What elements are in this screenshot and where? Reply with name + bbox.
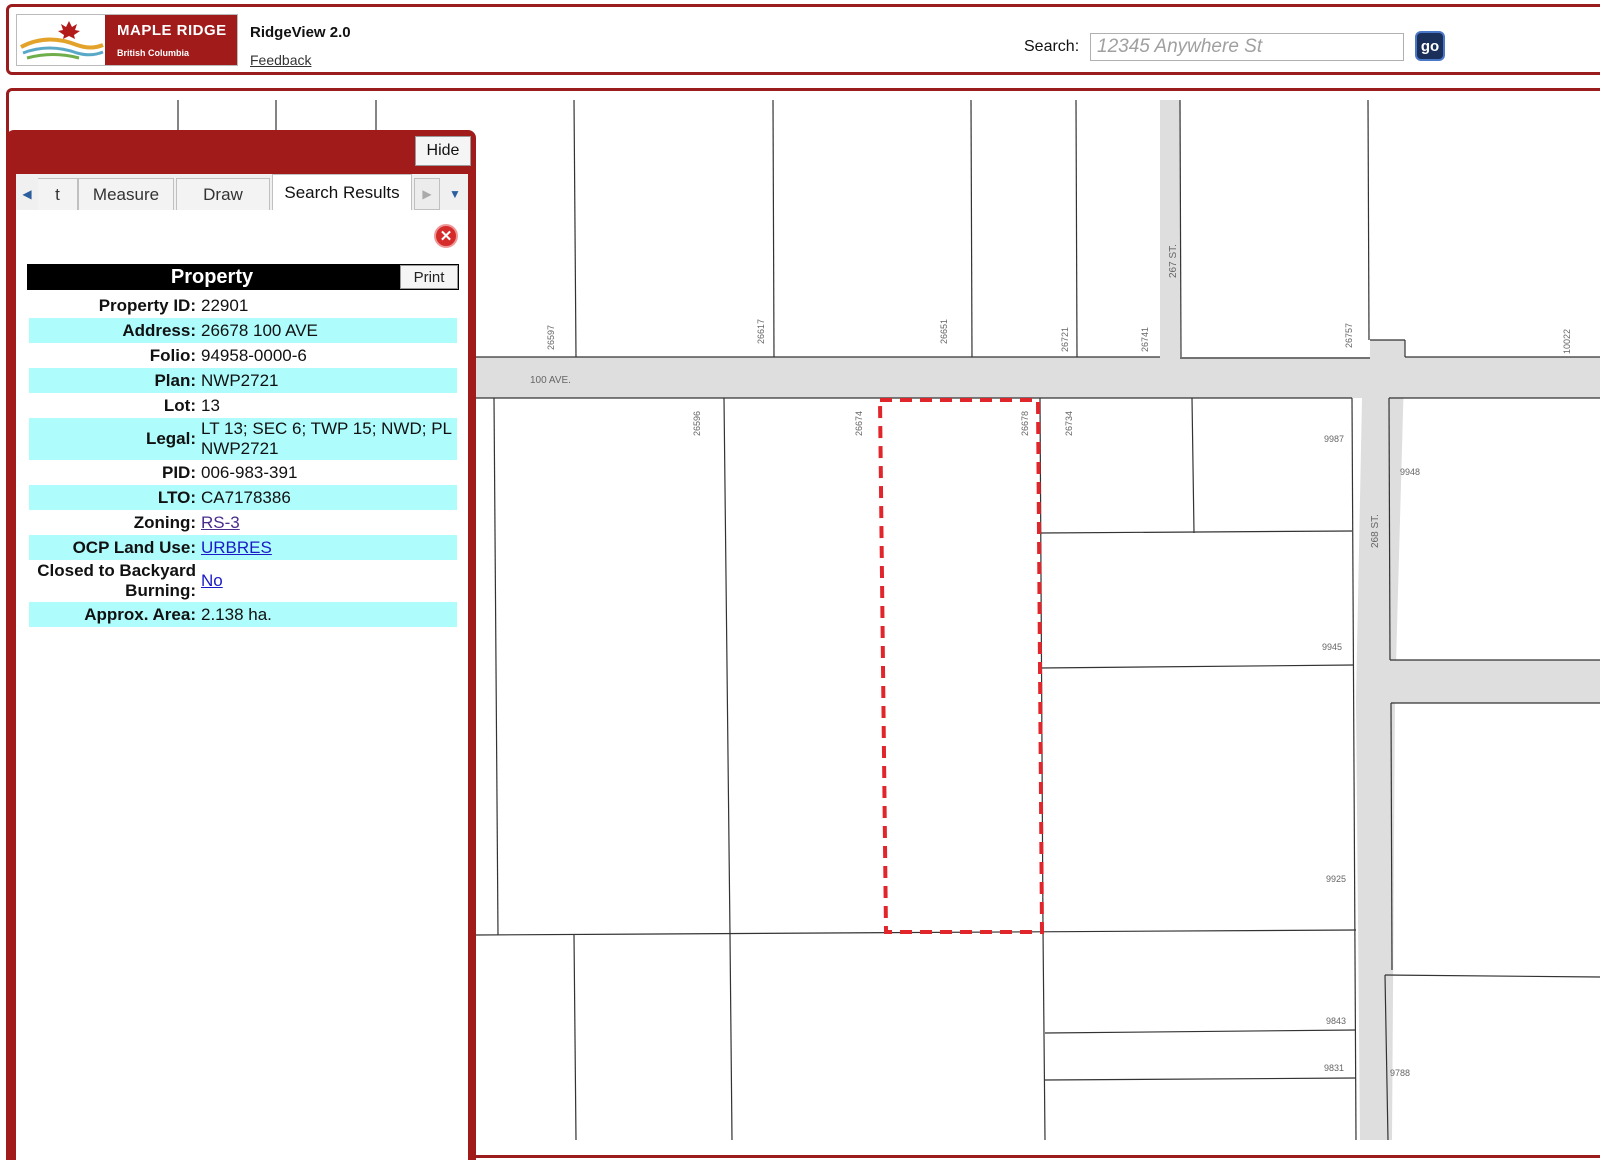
address-label: 26721 xyxy=(1060,327,1070,352)
tab-scroll-right-icon[interactable]: ▶ xyxy=(414,178,440,210)
field-value: 2.138 ha. xyxy=(198,602,457,627)
street-100-ave xyxy=(476,357,1600,398)
field-value: 94958-0000-6 xyxy=(201,345,307,365)
field-label: LTO: xyxy=(29,485,198,510)
tab-truncated[interactable]: t xyxy=(38,178,78,210)
tab-menu-chevron-down-icon[interactable]: ▼ xyxy=(442,178,468,210)
field-value: 13 xyxy=(201,395,220,415)
address-label: 9843 xyxy=(1326,1016,1346,1026)
table-row: Approx. Area: 2.138 ha. xyxy=(29,602,457,627)
property-table: Property ID: 22901 Address: 26678 100 AVE … xyxy=(29,293,457,627)
street-east-spur xyxy=(1395,660,1600,703)
field-label: Plan: xyxy=(29,368,198,393)
field-value: LT 13; SEC 6; TWP 15; NWD; PL NWP2721 xyxy=(198,418,457,460)
address-label: 9925 xyxy=(1326,874,1346,884)
field-value: CA7178386 xyxy=(198,485,457,510)
property-header: Property Print xyxy=(27,264,459,290)
field-label: Lot: xyxy=(163,395,196,415)
address-label: 26617 xyxy=(756,319,766,344)
table-row: Property ID: 22901 xyxy=(29,293,457,318)
address-label: 26734 xyxy=(1064,411,1074,436)
address-label: 26597 xyxy=(546,325,556,350)
table-row: Address: 26678 100 AVE xyxy=(29,318,457,343)
table-row: LTO: CA7178386 xyxy=(29,485,457,510)
field-label: Approx. Area: xyxy=(29,602,198,627)
field-label: Legal: xyxy=(29,418,198,460)
close-icon[interactable]: ✕ xyxy=(434,224,458,248)
field-value: 22901 xyxy=(201,295,249,315)
tab-draw[interactable]: Draw xyxy=(176,178,270,210)
field-value: NWP2721 xyxy=(198,368,457,393)
tab-search-results[interactable]: Search Results xyxy=(272,174,412,210)
field-label: Closed to Backyard Burning: xyxy=(37,561,196,600)
field-label: Address: xyxy=(29,318,198,343)
address-label: 9788 xyxy=(1390,1068,1410,1078)
table-row: Legal: LT 13; SEC 6; TWP 15; NWD; PL NWP2… xyxy=(29,418,457,460)
street-267-st xyxy=(1160,100,1180,357)
field-value: 006-983-391 xyxy=(201,462,298,482)
table-row: Folio: 94958-0000-6 xyxy=(29,343,457,368)
tab-measure[interactable]: Measure xyxy=(78,178,174,210)
hide-button[interactable]: Hide xyxy=(415,136,471,166)
address-label: 9945 xyxy=(1322,642,1342,652)
table-row: Zoning: RS-3 xyxy=(29,510,457,535)
address-label: 9948 xyxy=(1400,467,1420,477)
table-row: Closed to Backyard Burning: No xyxy=(29,560,457,602)
address-label: 26596 xyxy=(692,411,702,436)
ocp-land-use-link[interactable]: URBRES xyxy=(201,538,272,557)
print-button[interactable]: Print xyxy=(400,265,458,289)
table-row: OCP Land Use: URBRES xyxy=(29,535,457,560)
field-value: 26678 100 AVE xyxy=(198,318,457,343)
address-label: 26757 xyxy=(1344,323,1354,348)
backyard-burning-link[interactable]: No xyxy=(201,571,223,590)
field-label: Folio: xyxy=(149,345,196,365)
address-label: 26674 xyxy=(854,411,864,436)
property-title: Property xyxy=(170,266,254,288)
street-label-268-st: 268 ST. xyxy=(1370,514,1381,548)
address-label: 9831 xyxy=(1324,1063,1344,1073)
field-label: PID: xyxy=(162,462,196,482)
table-row: Lot: 13 xyxy=(29,393,457,418)
address-label: 26678 xyxy=(1020,411,1030,436)
street-label-100-ave: 100 AVE. xyxy=(530,375,571,386)
table-row: Plan: NWP2721 xyxy=(29,368,457,393)
selected-parcel[interactable] xyxy=(877,398,1045,934)
tab-scroll-left-icon[interactable]: ◀ xyxy=(16,178,38,210)
street-label-267-st: 267 ST. xyxy=(1168,244,1179,278)
panel-tabs: ◀ t Measure Draw Search Results ▶ ▼ xyxy=(16,174,468,210)
address-label: 10022 xyxy=(1562,329,1572,354)
field-label: Zoning: xyxy=(133,512,196,532)
address-label: 26651 xyxy=(939,319,949,344)
street-268-st xyxy=(1356,340,1405,1140)
field-label: OCP Land Use: xyxy=(29,535,198,560)
address-label: 9987 xyxy=(1324,434,1344,444)
address-label: 26741 xyxy=(1140,327,1150,352)
field-label: Property ID: xyxy=(98,295,196,315)
table-row: PID: 006-983-391 xyxy=(29,460,457,485)
zoning-link[interactable]: RS-3 xyxy=(201,513,240,532)
